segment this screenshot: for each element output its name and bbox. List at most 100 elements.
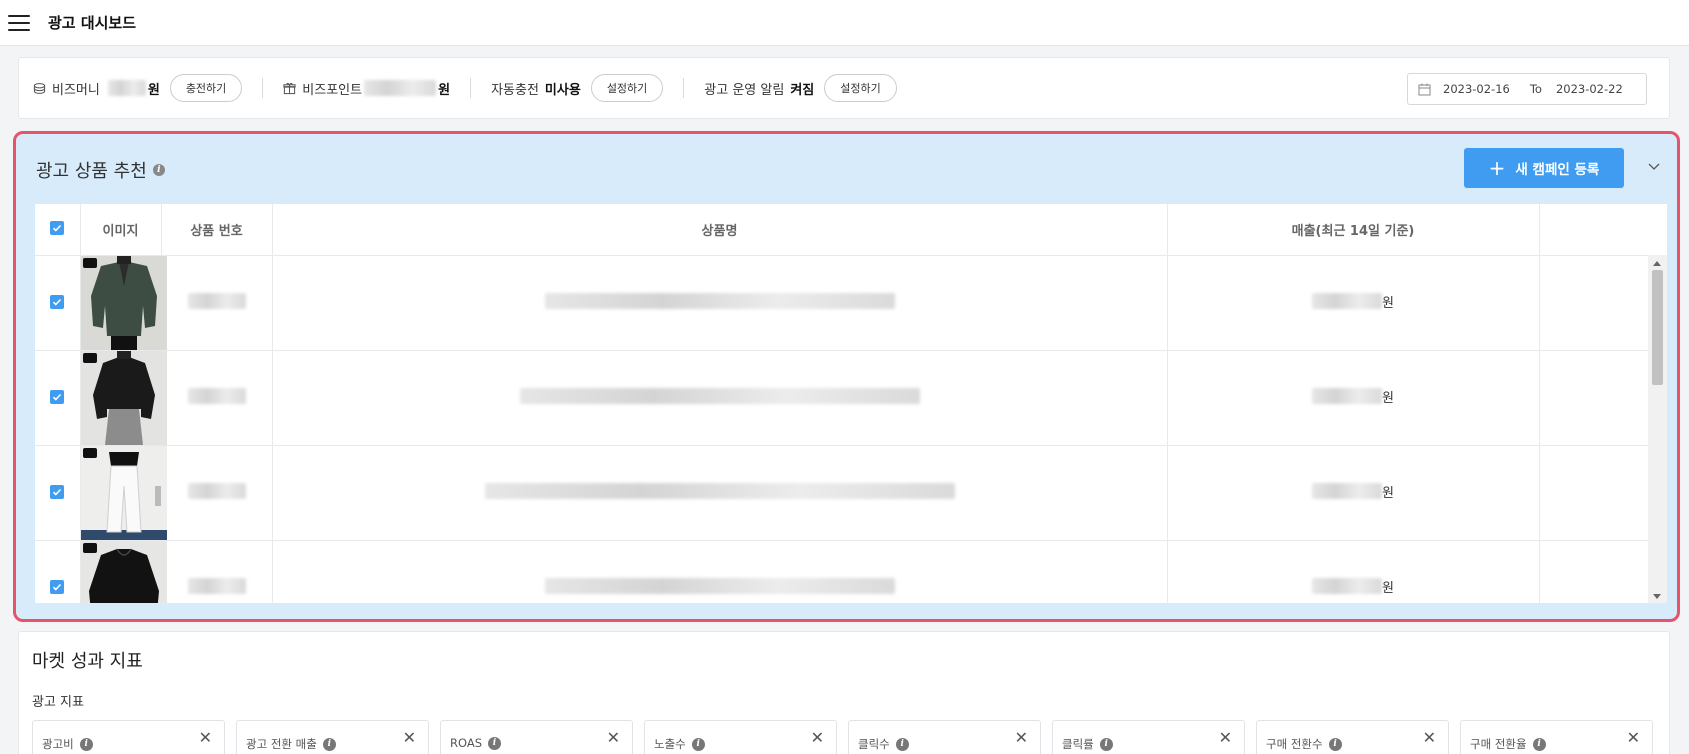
column-header-product-name: 상품명 [272,204,1168,256]
check-icon [53,298,62,306]
metric-label-group: ROAS i [450,736,502,750]
revenue-unit: 원 [1382,295,1394,311]
metric-card[interactable]: 구매 전환율 i ✕ [1460,720,1653,754]
column-header-product-number: 상품 번호 [161,204,273,256]
metric-label-group: 클릭수 i [858,736,909,752]
select-all-checkbox[interactable] [50,221,65,236]
bizpoint-label: 비즈포인트 [302,82,363,98]
close-icon[interactable]: ✕ [811,730,824,746]
metric-cards: 광고비 i ✕ 광고 전환 매출 i ✕ ROAS i ✕ 노출수 i ✕ 클릭수 i ✕… [32,720,1664,754]
revenue-redacted [1312,483,1383,500]
product-image-green-cardigan [80,255,167,350]
calendar-icon [1418,83,1431,95]
alert-status: 켜짐 [790,82,815,98]
autocharge-label: 자동충전 [491,82,539,98]
metric-card[interactable]: 광고비 i ✕ [32,720,225,754]
recommendation-title-group: 광고 상품 추천 i [36,157,165,183]
info-icon[interactable]: i [691,737,705,751]
bizpoint-amount-redacted [364,80,437,96]
revenue-cell: 원 [1312,292,1394,311]
autocharge-group: 자동충전 미사용 설정하기 [491,74,664,102]
scrollbar-thumb[interactable] [1652,270,1663,385]
column-header-image: 이미지 [80,204,162,256]
metric-card[interactable]: 클릭수 i ✕ [848,720,1041,754]
info-icon[interactable]: i [1328,737,1342,751]
column-header-filler [1539,204,1648,256]
row-checkbox[interactable] [50,484,65,499]
close-icon[interactable]: ✕ [1015,730,1028,746]
row-checkbox[interactable] [50,389,65,404]
metric-label: ROAS [450,736,483,750]
bizmoney-bar: 비즈머니 원 충전하기 비즈포인트 원 자동충전 미사용 설정하기 광고 운영 … [18,57,1670,119]
metric-card[interactable]: 클릭률 i ✕ [1052,720,1245,754]
recommendation-title: 광고 상품 추천 [36,161,147,182]
close-icon[interactable]: ✕ [403,730,416,746]
info-icon[interactable]: i [322,737,336,751]
table-row[interactable]: 원 [35,445,1648,541]
new-campaign-label: 새 캠페인 등록 [1515,162,1600,178]
menu-icon[interactable] [8,14,30,31]
row-checkbox[interactable] [50,294,65,309]
ad-metrics-label: 광고 지표 [32,695,84,710]
table-row[interactable]: 원 [35,255,1648,351]
info-icon[interactable]: i [152,164,165,176]
date-end[interactable]: 2023-02-22 [1556,82,1623,96]
metric-label: 구매 전환율 [1470,737,1527,751]
close-icon[interactable]: ✕ [1627,730,1640,746]
check-icon [53,583,62,591]
product-image-white-pants [80,445,167,540]
info-icon[interactable]: i [895,737,909,751]
scroll-up-arrow-icon[interactable] [1653,261,1661,266]
close-icon[interactable]: ✕ [1219,730,1232,746]
close-icon[interactable]: ✕ [199,730,212,746]
market-title: 마켓 성과 지표 [32,651,143,672]
close-icon[interactable]: ✕ [607,730,620,746]
product-name-redacted [484,482,955,499]
product-thumbnail [80,540,167,603]
date-start[interactable]: 2023-02-16 [1443,82,1510,96]
metric-card[interactable]: 구매 전환수 i ✕ [1256,720,1449,754]
alert-label: 광고 운영 알림 [704,82,785,98]
date-separator: To [1529,82,1542,96]
metric-label: 구매 전환수 [1266,737,1323,751]
check-icon [53,488,62,496]
new-campaign-button[interactable]: + 새 캠페인 등록 [1464,148,1624,188]
date-range-picker[interactable]: 2023-02-16 To 2023-02-22 [1407,73,1647,105]
table-row[interactable]: 원 [35,540,1648,603]
info-icon[interactable]: i [488,736,502,750]
top-bar: 광고 대시보드 [0,0,1689,46]
row-checkbox[interactable] [50,579,65,594]
info-icon[interactable]: i [79,737,93,751]
brand-tag [82,447,97,458]
table-row[interactable]: 원 [35,350,1648,446]
metric-label-group: 노출수 i [654,736,705,752]
alert-settings-button[interactable]: 설정하기 [824,74,897,102]
bizmoney-unit: 원 [147,82,160,98]
brand-tag [82,542,97,553]
chevron-down-icon[interactable] [1646,158,1662,174]
product-thumbnail [80,445,167,540]
autocharge-settings-button[interactable]: 설정하기 [590,74,664,102]
check-icon [53,225,62,232]
metric-label: 광고비 [42,737,74,751]
product-name-redacted [544,292,895,309]
metric-card[interactable]: 노출수 i ✕ [644,720,837,754]
metric-card[interactable]: ROAS i ✕ [440,720,633,754]
divider [262,78,264,98]
bizpoint-unit: 원 [438,82,451,98]
revenue-cell: 원 [1312,482,1394,501]
product-recommendation-panel: 광고 상품 추천 i + 새 캠페인 등록 이미지 상품 번호 상품명 매출(최… [13,131,1680,622]
coin-stack-icon [33,82,46,94]
check-icon [53,393,62,401]
product-number-redacted [187,482,246,499]
plus-icon: + [1488,156,1506,180]
info-icon[interactable]: i [1099,737,1113,751]
charge-button[interactable]: 충전하기 [169,74,243,102]
revenue-cell: 원 [1312,387,1394,406]
table-scrollbar[interactable] [1648,255,1667,603]
metric-card[interactable]: 광고 전환 매출 i ✕ [236,720,429,754]
close-icon[interactable]: ✕ [1423,730,1436,746]
scroll-down-arrow-icon[interactable] [1653,594,1661,599]
info-icon[interactable]: i [1532,737,1546,751]
product-table: 이미지 상품 번호 상품명 매출(최근 14일 기준) 원 원 원 원 [35,204,1667,603]
